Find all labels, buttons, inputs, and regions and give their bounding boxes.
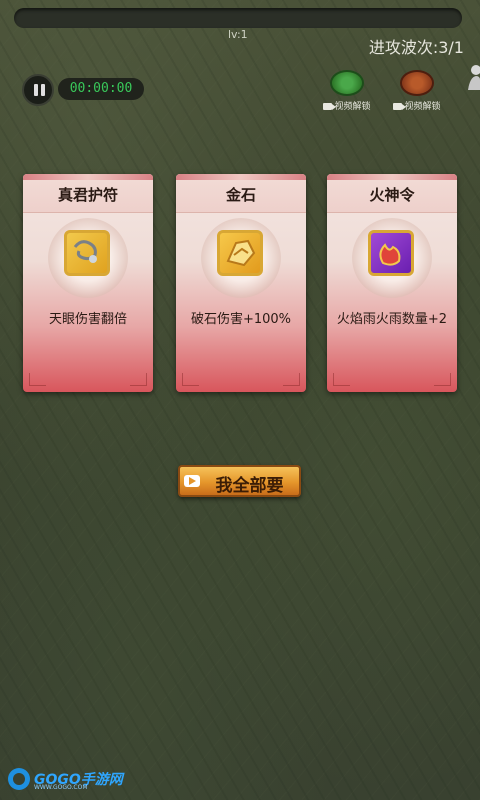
video-play-icon (184, 475, 200, 487)
gold-stone-icon (217, 230, 263, 276)
card-description: 火焰雨火雨数量+2 (336, 312, 448, 327)
take-all-button[interactable]: 我全部要 (178, 465, 301, 497)
reward-card-2[interactable]: 金石 破石伤害+100% (176, 174, 306, 392)
video-unlock-button-2[interactable]: 视频解锁 (392, 70, 442, 112)
video-camera-icon (393, 103, 407, 110)
card-description: 天眼伤害翻倍 (48, 312, 127, 327)
game-timer: 00:00:00 (58, 78, 144, 100)
reward-card-3[interactable]: 火神令 火焰雨火雨数量+2 (327, 174, 457, 392)
level-label: lv:1 (228, 28, 248, 41)
video-camera-icon (323, 103, 337, 110)
card-title: 金石 (225, 186, 256, 204)
level-progress-bar (14, 8, 462, 28)
video-unlock-label: 视频解锁 (404, 102, 441, 112)
wave-counter: 进攻波次:3/1 (368, 38, 464, 57)
grass-background (0, 0, 480, 800)
video-unlock-label: 视频解锁 (334, 102, 371, 112)
fire-token-icon (368, 230, 414, 276)
card-title: 火神令 (369, 186, 415, 204)
watermark-url: WWW.GOGO.COM (34, 784, 88, 791)
skill-badge-icon (330, 70, 364, 96)
skill-badge-icon (400, 70, 434, 96)
pause-button[interactable] (22, 74, 54, 106)
reward-card-1[interactable]: 真君护符 天眼伤害翻倍 (23, 174, 153, 392)
take-all-label: 我全部要 (215, 476, 284, 496)
card-title: 真君护符 (57, 186, 118, 204)
player-avatar-icon[interactable] (464, 64, 480, 90)
amulet-icon (64, 230, 110, 276)
pause-icon (34, 84, 38, 96)
video-unlock-button-1[interactable]: 视频解锁 (322, 70, 372, 112)
card-description: 破石伤害+100% (190, 312, 292, 327)
gogo-logo-icon (8, 768, 30, 790)
